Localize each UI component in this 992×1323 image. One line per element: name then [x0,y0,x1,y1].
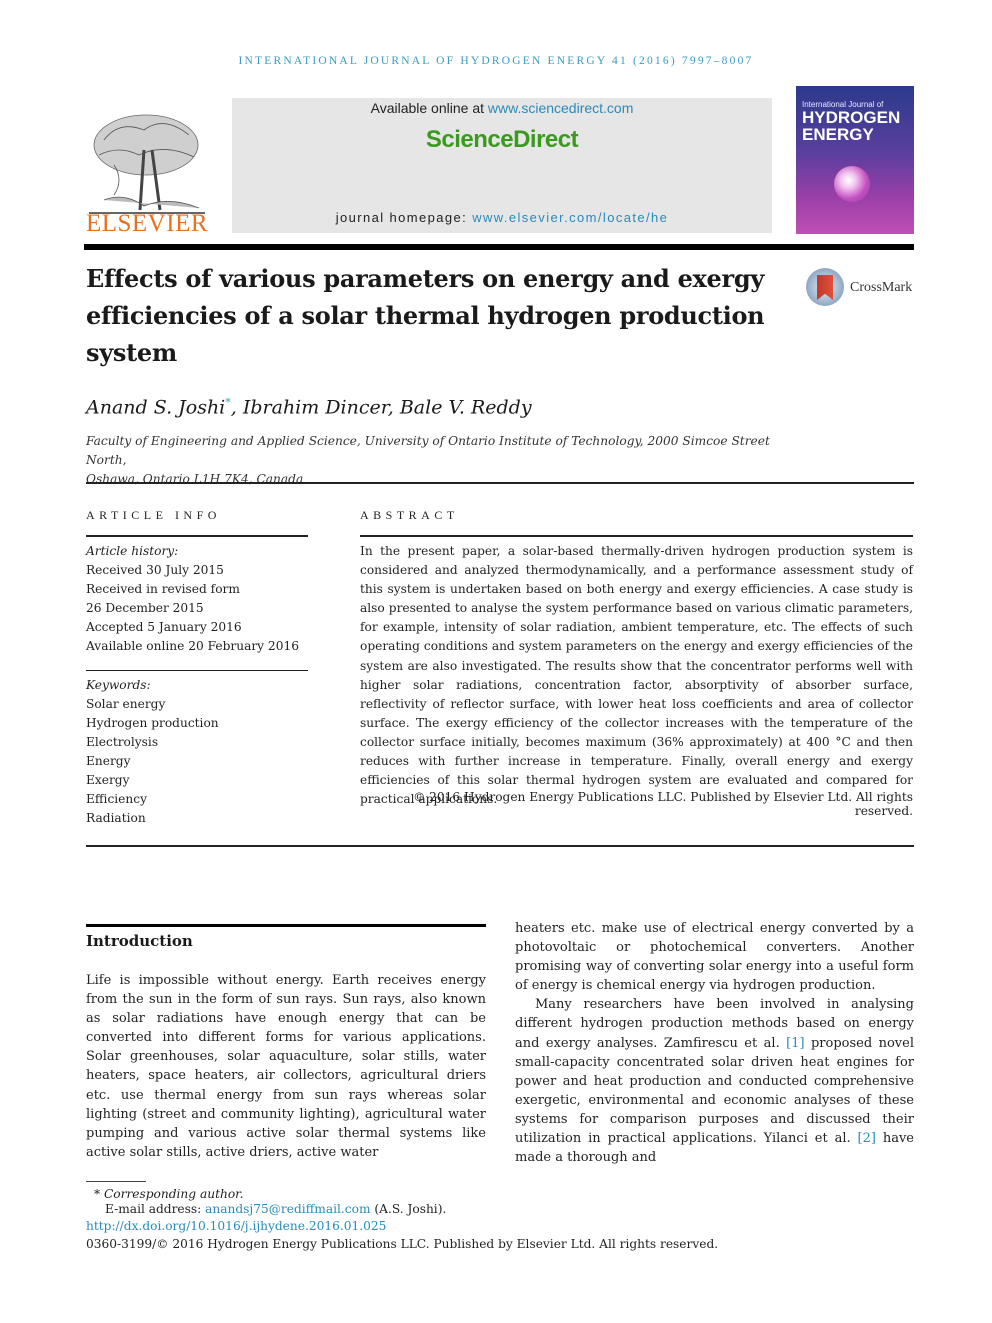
corresponding-author-note: * Corresponding author. [94,1187,244,1201]
keyword: Energy [86,754,131,768]
article-history-label: Article history: [86,544,179,558]
history-item: 26 December 2015 [86,601,204,615]
history-item: Available online 20 February 2016 [86,639,299,653]
running-head: INTERNATIONAL JOURNAL OF HYDROGEN ENERGY… [238,55,754,67]
email-line: E-mail address: anandsj75@rediffmail.com… [105,1202,447,1216]
introduction-paragraph: heaters etc. make use of electrical ener… [515,921,914,994]
author-list: Anand S. Joshi*, Ibrahim Dincer, Bale V.… [86,396,532,419]
footnote-divider [86,1181,146,1182]
journal-homepage-line: journal homepage: www.elsevier.com/locat… [335,210,669,225]
reference-link[interactable]: [1] [786,1036,804,1051]
keyword: Exergy [86,773,130,787]
abstract-body: In the present paper, a solar-based ther… [360,544,913,807]
abstract-heading: ABSTRACT [360,508,459,522]
cover-title: HYDROGEN ENERGY [802,108,901,144]
header-divider [84,244,914,250]
history-item: Accepted 5 January 2016 [86,620,242,634]
issn-copyright: 0360-3199/© 2016 Hydrogen Energy Publica… [86,1237,719,1251]
available-online-line: Available online at www.sciencedirect.co… [370,100,634,116]
keywords-list: Keywords: Solar energy Hydrogen producti… [86,676,308,828]
cover-orb-graphic [834,166,870,202]
sciencedirect-banner: Available online at www.sciencedirect.co… [232,98,772,233]
elsevier-wordmark: ELSEVIER [85,210,209,237]
history-item: Received 30 July 2015 [86,563,224,577]
author-name: Anand S. Joshi [86,396,226,419]
abstract-copyright: © 2016 Hydrogen Energy Publications LLC.… [413,790,913,818]
keyword: Solar energy [86,697,166,711]
email-link[interactable]: anandsj75@rediffmail.com [205,1202,370,1216]
reference-link[interactable]: [2] [858,1131,876,1146]
sciencedirect-link[interactable]: www.sciencedirect.com [488,100,634,116]
introduction-paragraph: Life is impossible without energy. Earth… [86,973,486,1160]
author-affiliation: Faculty of Engineering and Applied Scien… [86,434,770,486]
crossmark-label: CrossMark [850,280,913,295]
introduction-paragraph: Many researchers have been involved in a… [515,997,914,1166]
history-item: Received in revised form [86,582,240,596]
sciencedirect-brand: ScienceDirect [425,126,579,153]
article-info-heading: ARTICLE INFO [86,508,221,522]
keywords-divider [86,670,308,671]
article-info-divider [86,535,308,537]
affiliation-divider [86,482,914,484]
keyword: Radiation [86,811,146,825]
journal-homepage-link[interactable]: www.elsevier.com/locate/he [472,210,668,225]
introduction-column-right: heaters etc. make use of electrical ener… [515,919,914,1167]
doi-line: http://dx.doi.org/10.1016/j.ijhydene.201… [86,1218,386,1234]
doi-link[interactable]: http://dx.doi.org/10.1016/j.ijhydene.201… [86,1219,386,1233]
author-name: Ibrahim Dincer [242,396,388,419]
journal-cover-image: International Journal of HYDROGEN ENERGY [796,86,914,234]
keywords-label: Keywords: [86,678,151,692]
article-title: Effects of various parameters on energy … [86,264,765,367]
article-history: Article history: Received 30 July 2015 R… [86,542,308,656]
crossmark-button[interactable]: CrossMark [806,268,921,312]
introduction-heading: Introduction [86,932,193,950]
keyword: Efficiency [86,792,147,806]
keyword: Hydrogen production [86,716,219,730]
abstract-divider [360,535,913,537]
introduction-rule [86,924,486,927]
keyword: Electrolysis [86,735,159,749]
abstract-bottom-divider [86,845,914,847]
author-name: Bale V. Reddy [399,396,532,419]
